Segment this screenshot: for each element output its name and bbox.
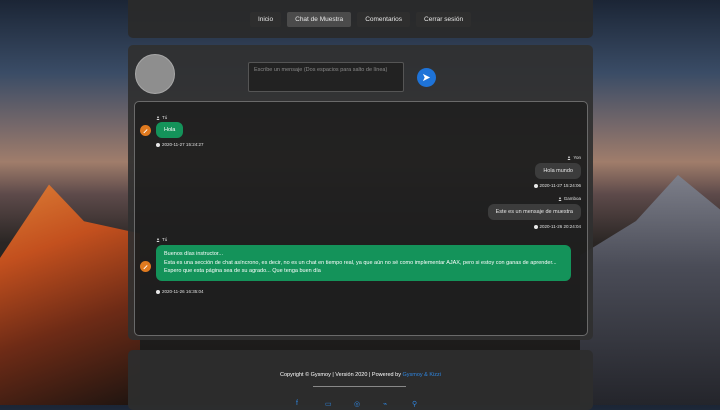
- pencil-icon: [140, 261, 151, 272]
- pencil-icon: [140, 125, 151, 136]
- nav-inicio-button[interactable]: Inicio: [249, 11, 282, 27]
- clock-icon: [156, 289, 160, 294]
- message-timestamp: 2020-11-27 15:24:06: [533, 183, 581, 188]
- user-icon: [156, 115, 160, 120]
- background-mountain-right: [580, 175, 720, 405]
- youtube-icon[interactable]: ▭: [325, 400, 332, 408]
- chat-messages: Tú Hola 2020-11-27 15:24:27 Yon Hola mun…: [134, 101, 588, 336]
- twitter-icon[interactable]: ⌁: [383, 400, 387, 408]
- message-bubble: Hola mundo: [535, 163, 581, 179]
- footer-copyright: Copyright © Gysmoy | Versión 2020 | Powe…: [280, 372, 441, 378]
- clock-icon: [533, 183, 538, 188]
- message-timestamp: 2020-11-26 20:24:04: [533, 224, 581, 229]
- message-author: Gamboa: [558, 196, 581, 201]
- instagram-icon[interactable]: ◎: [354, 400, 360, 408]
- message-timestamp: 2020-11-27 15:24:27: [156, 142, 203, 147]
- message-timestamp: 2020-11-26 16:35:04: [156, 289, 203, 294]
- user-icon: [156, 237, 160, 242]
- nav-cerrar-sesion-button[interactable]: Cerrar sesión: [416, 11, 472, 27]
- message-author: Tú: [156, 115, 167, 120]
- nav-chat-button[interactable]: Chat de Muestra: [287, 11, 352, 27]
- footer: Copyright © Gysmoy | Versión 2020 | Powe…: [128, 350, 593, 410]
- footer-divider: [313, 386, 406, 387]
- top-navbar: Inicio Chat de Muestra Comentarios Cerra…: [128, 0, 593, 38]
- user-icon: [567, 155, 572, 160]
- message-bubble: Este es un mensaje de muestra: [487, 204, 581, 220]
- message-author: Tú: [156, 237, 167, 242]
- message-bubble: Hola: [156, 122, 184, 138]
- facebook-icon[interactable]: f: [296, 400, 298, 407]
- clock-icon: [156, 142, 160, 147]
- send-icon: [422, 73, 431, 82]
- message-bubble: Buenos días instructor... Esta es una se…: [156, 245, 571, 281]
- chat-panel: Escribe un mensaje (Dos espacios para sa…: [128, 45, 593, 340]
- message-author: Yon: [567, 155, 581, 160]
- message-input[interactable]: Escribe un mensaje (Dos espacios para sa…: [248, 62, 404, 92]
- send-button[interactable]: [417, 68, 436, 87]
- background-mountain-left: [0, 184, 140, 405]
- footer-authors-link[interactable]: Gysmoy & Kizzi: [402, 372, 441, 378]
- user-icon: [558, 196, 562, 201]
- location-icon[interactable]: ⚲: [412, 400, 417, 408]
- clock-icon: [533, 224, 538, 229]
- nav-comentarios-button[interactable]: Comentarios: [357, 11, 411, 27]
- user-avatar: [135, 54, 175, 94]
